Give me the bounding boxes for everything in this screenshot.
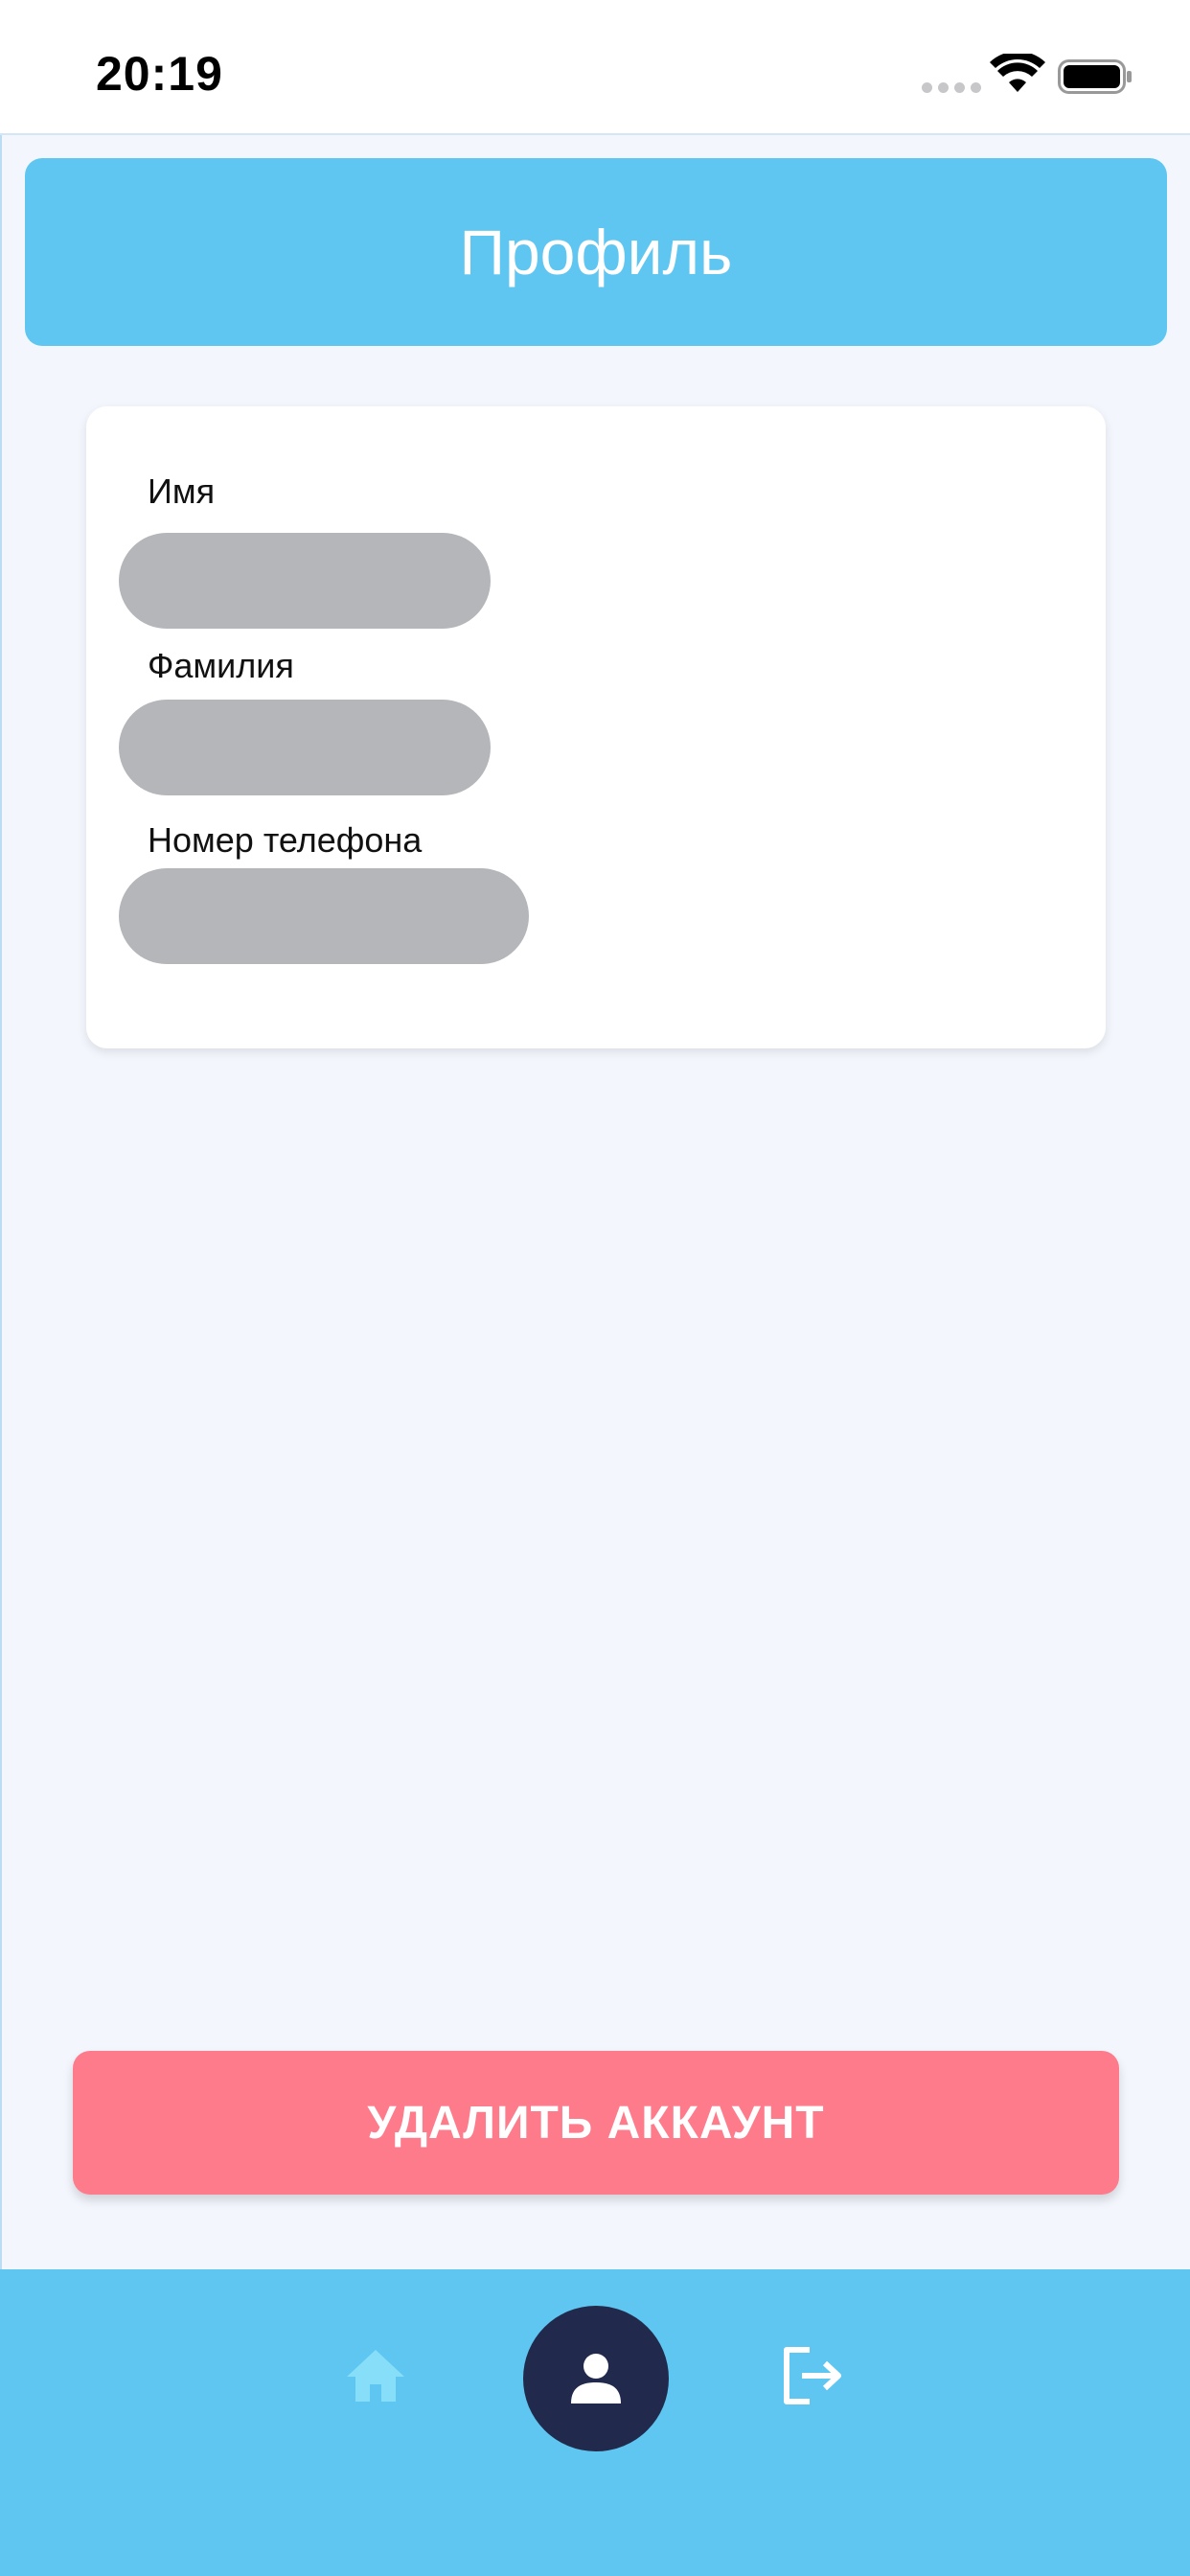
profile-screen: 20:19 Профиль Имя Фамилия Номер телефона… — [0, 0, 1190, 2576]
wifi-icon — [990, 54, 1045, 92]
screen-edge — [0, 135, 2, 2272]
status-bar: 20:19 — [0, 0, 1190, 135]
last-name-field[interactable] — [119, 700, 491, 795]
bottom-nav — [0, 2269, 1190, 2576]
page-header: Профиль — [25, 158, 1167, 346]
nav-profile-button[interactable] — [523, 2306, 669, 2451]
user-icon — [571, 2354, 621, 2404]
profile-card: Имя Фамилия Номер телефона — [86, 406, 1106, 1048]
phone-field[interactable] — [119, 868, 529, 964]
page-title: Профиль — [459, 217, 733, 288]
delete-account-label: УДАЛИТЬ АККАУНТ — [367, 2097, 825, 2149]
delete-account-button[interactable]: УДАЛИТЬ АККАУНТ — [73, 2051, 1119, 2195]
home-icon[interactable] — [345, 2348, 406, 2404]
phone-label: Номер телефона — [148, 820, 423, 860]
logout-icon[interactable] — [781, 2346, 846, 2405]
first-name-label: Имя — [148, 472, 216, 511]
first-name-field[interactable] — [119, 533, 491, 629]
last-name-label: Фамилия — [148, 646, 294, 685]
signal-icon — [922, 82, 981, 93]
battery-icon — [1058, 59, 1132, 94]
status-time: 20:19 — [96, 47, 223, 101]
